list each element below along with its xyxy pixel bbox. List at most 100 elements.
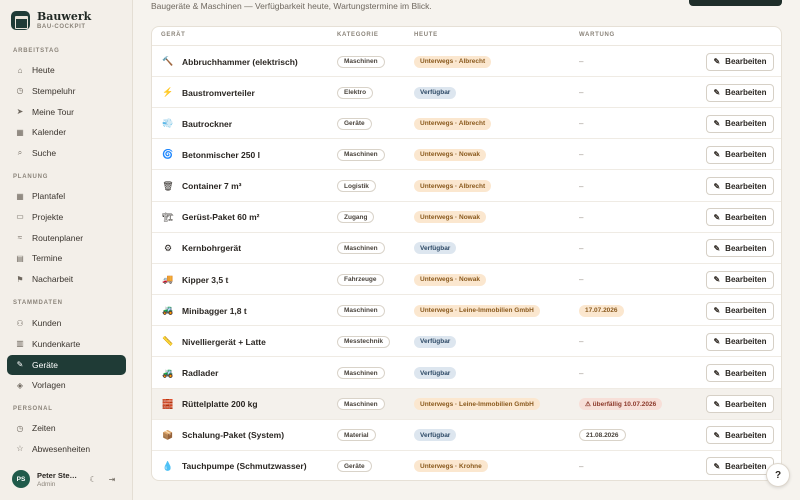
maintenance-empty: – xyxy=(579,88,584,98)
devices-table: GERÄT KATEGORIE HEUTE WARTUNG 🔨 Abbruchha… xyxy=(151,26,782,481)
table-row[interactable]: 💧 Tauchpumpe (Schmutzwasser) Geräte Unterwe… xyxy=(152,451,781,480)
edit-button-label: Bearbeiten xyxy=(725,212,767,222)
level-icon: 📏 xyxy=(162,336,174,347)
edit-button[interactable]: ✎ Bearbeiten xyxy=(706,83,774,102)
maintenance-empty: – xyxy=(579,119,584,129)
container-icon: 🗑 xyxy=(162,180,174,191)
sidebar-item-label: Kundenkarte xyxy=(32,338,81,349)
table-row[interactable]: ⚙ Kernbohrgerät Maschinen Verfügbar – ✎ Bearbe… xyxy=(152,233,781,264)
header-today[interactable]: HEUTE xyxy=(414,32,438,38)
drill-icon: ⚙ xyxy=(163,242,173,253)
status-badge: Unterwegs · Nowak xyxy=(414,211,486,224)
clock-icon: ◷ xyxy=(16,86,24,96)
lightning-icon: ⚡ xyxy=(162,87,174,98)
sidebar-item-kunden[interactable]: ⚇ Kunden xyxy=(7,313,126,333)
device-name: Rüttelplatte 200 kg xyxy=(182,399,258,410)
header-category[interactable]: KATEGORIE xyxy=(337,32,379,38)
sidebar-item-meine-tour[interactable]: ➤ Meine Tour xyxy=(7,102,126,122)
sidebar-section-label: ARBEITSTAG xyxy=(13,48,60,54)
truck-icon: 🚚 xyxy=(162,274,174,285)
edit-button[interactable]: ✎ Bearbeiten xyxy=(706,114,774,133)
sidebar-item-stempeluhr[interactable]: ◷ Stempeluhr xyxy=(7,81,126,101)
status-badge: Unterwegs · Albrecht xyxy=(414,117,492,130)
brand[interactable]: Bauwerk BAU-COCKPIT xyxy=(11,11,91,30)
sidebar-item-kalender[interactable]: ▦ Kalender xyxy=(7,122,126,142)
status-badge: Verfügbar xyxy=(414,86,457,99)
primary-action-button[interactable] xyxy=(689,0,782,6)
sidebar-item-abwesenheiten[interactable]: ☆ Abwesenheiten xyxy=(7,439,126,459)
edit-button-label: Bearbeiten xyxy=(725,57,767,66)
status-badge: Unterwegs · Albrecht xyxy=(414,180,492,193)
sidebar-item-vorlagen[interactable]: ◈ Vorlagen xyxy=(7,375,126,395)
table-row[interactable]: ⚡ Baustromverteiler Elektro Verfügbar – ✎ Bear… xyxy=(152,77,781,109)
sidebar-item-heute[interactable]: ⌂ Heute xyxy=(7,60,126,80)
sidebar-item-termine[interactable]: ▤ Termine xyxy=(7,248,126,268)
status-badge: Unterwegs · Leine-Immobilien GmbH xyxy=(414,398,540,411)
maintenance-empty: – xyxy=(579,337,584,347)
sidebar-item-suche[interactable]: ⌕ Suche xyxy=(7,143,126,163)
table-row[interactable]: 🚜 Minibagger 1,8 t Maschinen Unterwegs · Le… xyxy=(152,295,781,327)
sidebar-section-label: PERSONAL xyxy=(13,406,53,412)
box-icon: 📦 xyxy=(162,429,174,440)
header-maintenance[interactable]: WARTUNG xyxy=(579,32,615,38)
table-row[interactable]: 🌀 Betonmischer 250 l Maschinen Unterwegs · … xyxy=(152,139,781,171)
edit-button[interactable]: ✎ Bearbeiten xyxy=(706,457,774,476)
dryer-icon: 💨 xyxy=(162,118,174,129)
edit-button-label: Bearbeiten xyxy=(725,88,767,98)
sidebar-item-label: Kunden xyxy=(32,318,62,328)
pencil-icon: ✎ xyxy=(713,368,721,378)
search-icon: ⌕ xyxy=(17,148,23,158)
sidebar-item-label: Zeiten xyxy=(32,423,56,433)
edit-button[interactable]: ✎ Bearbeiten xyxy=(706,270,774,289)
edit-button[interactable]: ✎ Bearbeiten xyxy=(706,177,774,196)
moon-icon[interactable]: ☾ xyxy=(86,472,100,486)
brand-title: Bauwerk xyxy=(37,10,92,23)
avatar[interactable]: PS xyxy=(12,470,30,488)
sidebar-item-label: Vorlagen xyxy=(32,380,66,391)
table-row[interactable]: 📦 Schalung-Paket (System) Material Verfügba… xyxy=(152,420,781,451)
sidebar-item-geräte[interactable]: ✎ Geräte xyxy=(7,354,126,375)
table-row[interactable]: 🏗 Gerüst-Paket 60 m² Zugang Unterwegs · Now… xyxy=(152,202,781,233)
table-row[interactable]: 💨 Bautrockner Geräte Unterwegs · Albrecht – ✎… xyxy=(152,108,781,140)
pencil-icon: ✎ xyxy=(713,275,721,285)
edit-button[interactable]: ✎ Bearbeiten xyxy=(706,301,774,320)
table-row[interactable]: 🗑 Container 7 m³ Logistik Unterwegs · Albre… xyxy=(152,171,781,202)
category-badge: Zugang xyxy=(337,211,375,224)
header-device[interactable]: GERÄT xyxy=(161,32,186,38)
sidebar-item-projekte[interactable]: ▭ Projekte xyxy=(7,207,126,227)
maintenance-empty: – xyxy=(579,150,584,160)
table-row[interactable]: 🚚 Kipper 3,5 t Fahrzeuge Unterwegs · Nowak –… xyxy=(152,264,781,296)
sidebar-item-label: Heute xyxy=(32,65,55,75)
edit-button[interactable]: ✎ Bearbeiten xyxy=(706,208,774,227)
status-badge: Verfügbar xyxy=(414,367,457,379)
edit-button[interactable]: ✎ Bearbeiten xyxy=(706,239,774,258)
route-icon: ≈ xyxy=(17,233,23,243)
logout-icon[interactable]: ⇥ xyxy=(105,472,119,486)
edit-button[interactable]: ✎ Bearbeiten xyxy=(706,52,774,71)
edit-button-label: Bearbeiten xyxy=(725,119,767,129)
edit-button[interactable]: ✎ Bearbeiten xyxy=(706,364,774,382)
sidebar-item-kundenkarte[interactable]: ▥ Kundenkarte xyxy=(7,334,126,354)
sidebar-item-label: Projekte xyxy=(32,211,64,222)
maintenance-date-badge: 17.07.2026 xyxy=(579,304,624,317)
edit-button[interactable]: ✎ Bearbeiten xyxy=(706,426,774,445)
edit-button[interactable]: ✎ Bearbeiten xyxy=(706,145,774,164)
pencil-icon: ✎ xyxy=(713,150,721,160)
sidebar-item-zeiten[interactable]: ◷ Zeiten xyxy=(7,418,126,438)
sidebar-item-routenplaner[interactable]: ≈ Routenplaner xyxy=(7,228,126,248)
sidebar-item-nacharbeit[interactable]: ⚑ Nacharbeit xyxy=(7,269,126,289)
help-icon[interactable]: ? xyxy=(766,463,790,487)
table-row[interactable]: 📏 Nivelliergerät + Latte Messtechnik Verfüg… xyxy=(152,326,781,358)
sidebar-item-plantafel[interactable]: ▦ Plantafel xyxy=(7,186,126,206)
home-icon: ⌂ xyxy=(17,65,23,75)
category-badge: Maschinen xyxy=(337,367,385,379)
user-panel: PS Peter Ste… Admin ☾ ⇥ xyxy=(12,470,119,488)
table-row[interactable]: 🔨 Abbruchhammer (elektrisch) Maschinen Unte… xyxy=(152,46,781,77)
edit-button[interactable]: ✎ Bearbeiten xyxy=(706,395,774,414)
user-name: Peter Ste… xyxy=(37,470,78,480)
edit-button[interactable]: ✎ Bearbeiten xyxy=(706,332,774,351)
category-badge: Maschinen xyxy=(337,304,385,317)
table-row[interactable]: 🧱 Rüttelplatte 200 kg Maschinen Unterwegs ·… xyxy=(152,388,781,420)
table-row[interactable]: 🚜 Radlader Maschinen Verfügbar – ✎ Bearbeiten xyxy=(152,358,781,389)
edit-button-label: Bearbeiten xyxy=(725,337,767,347)
